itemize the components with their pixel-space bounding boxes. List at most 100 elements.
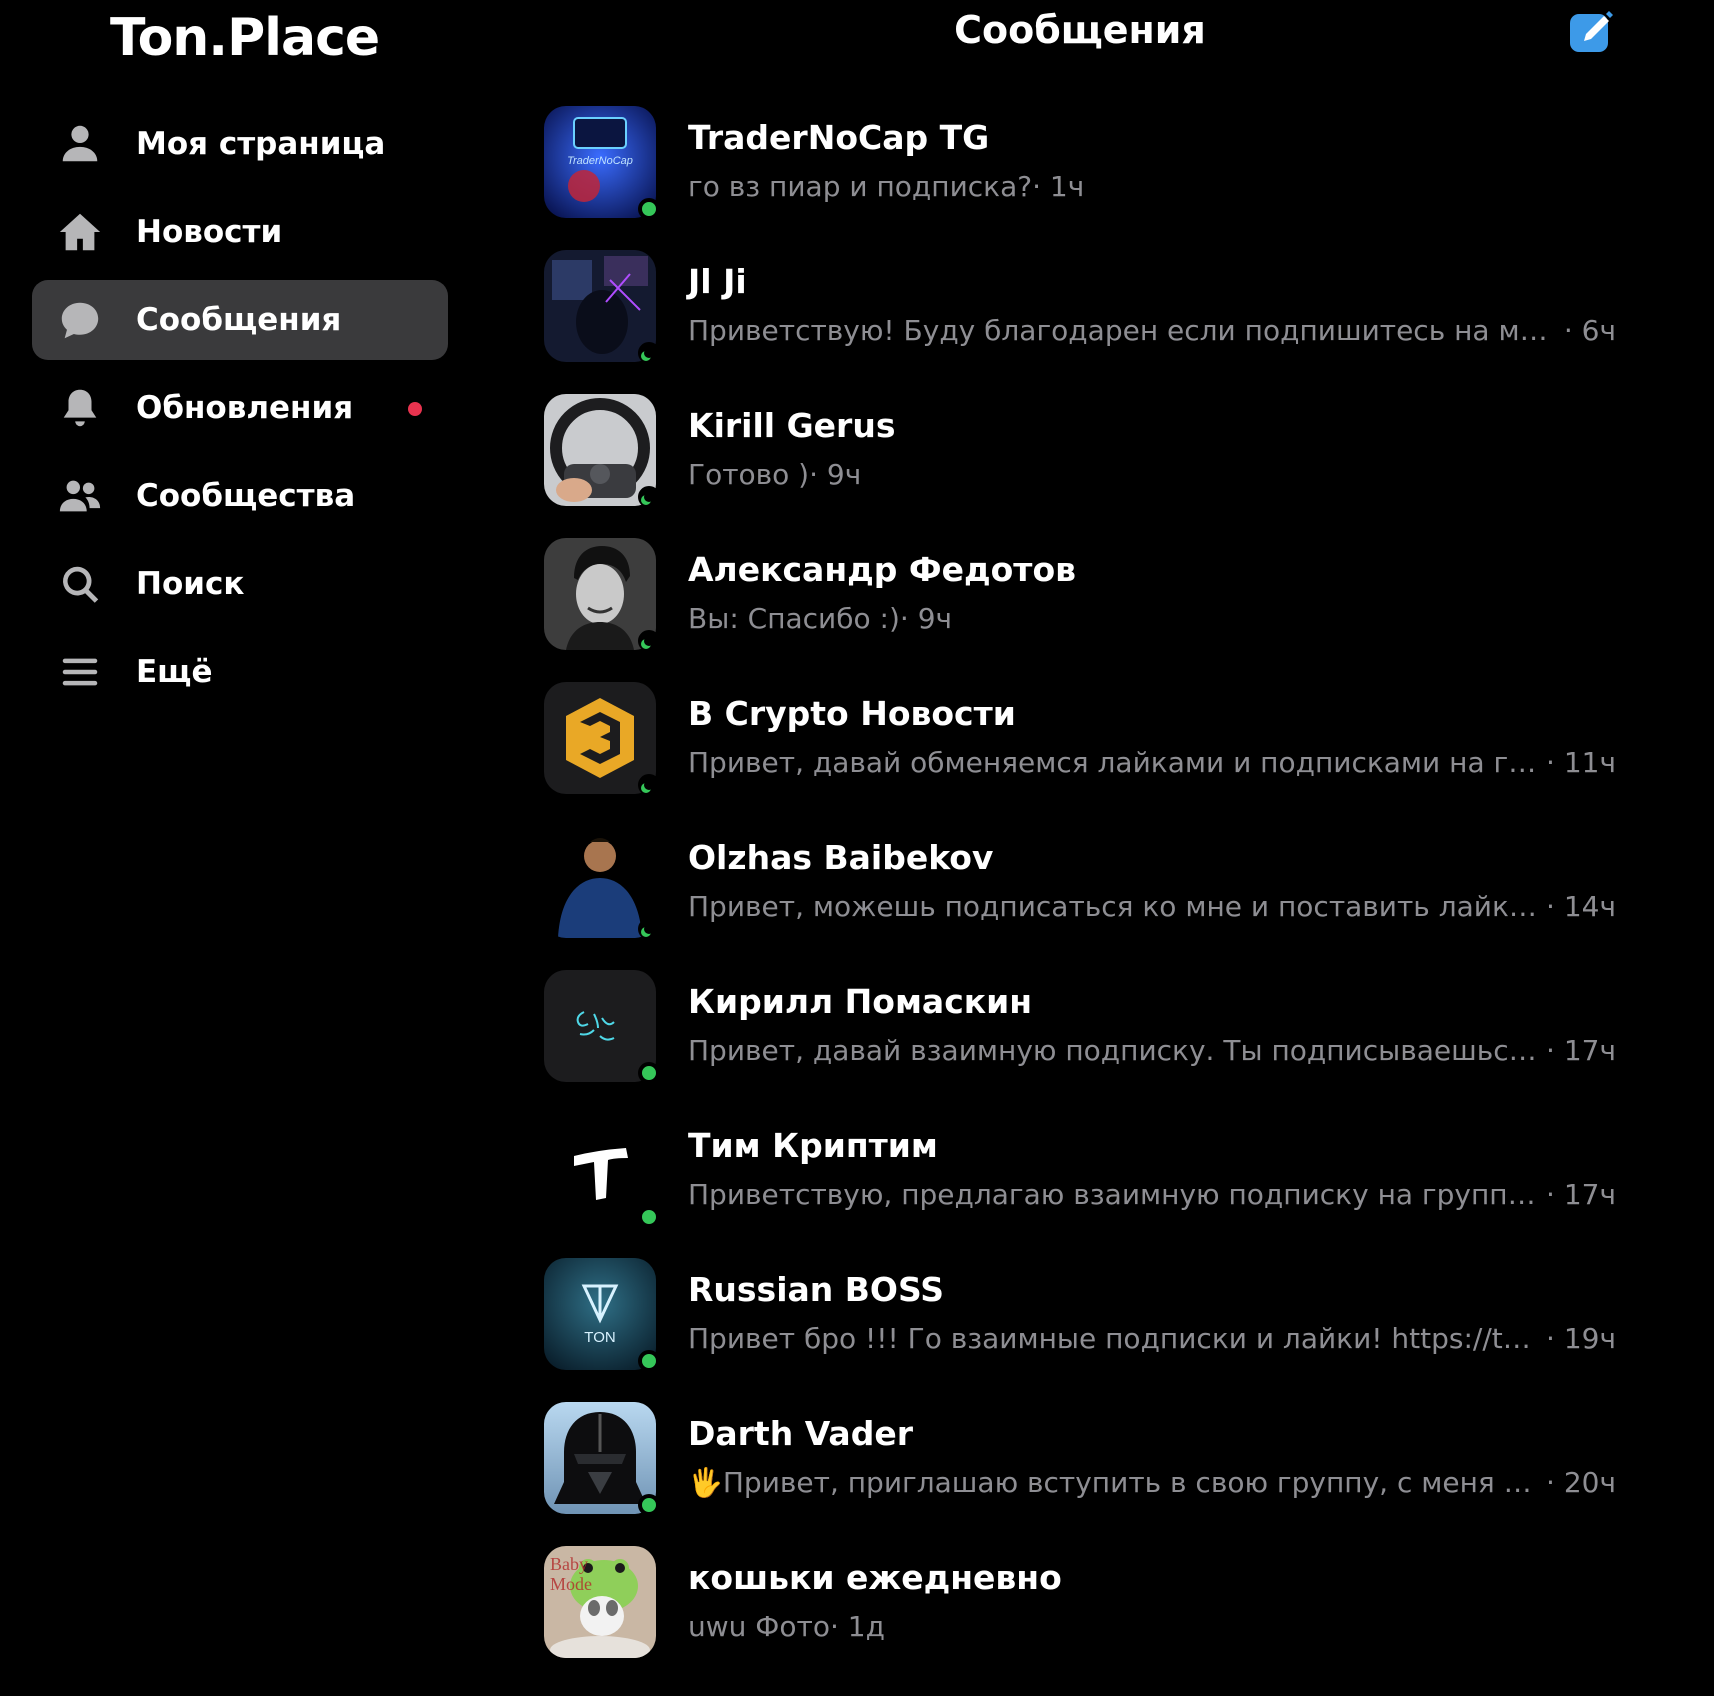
home-icon xyxy=(56,208,104,256)
message-text: uwu Фото xyxy=(688,1610,830,1643)
conversation-name: Тим Криптим xyxy=(688,1126,938,1165)
message-time: · 14ч xyxy=(1546,890,1616,923)
conversation-preview: Привет, давай обменяемся лайками и подпи… xyxy=(688,746,1616,779)
conversation-item[interactable]: Darth Vader 🖐 Привет, приглашаю вступить … xyxy=(544,1400,1616,1544)
conversation-preview: го вз пиар и подписка? · 1ч xyxy=(688,170,1616,203)
message-text: Привет, приглашаю вступить в свою группу… xyxy=(722,1466,1547,1499)
conversation-preview: Привет, можешь подписаться ко мне и пост… xyxy=(688,890,1616,923)
conversation-name: B Crypto Новости xyxy=(688,694,1016,733)
compose-button[interactable] xyxy=(1568,8,1616,56)
conversation-item[interactable]: Jl Ji Приветствую! Буду благодарен если … xyxy=(544,248,1616,392)
conversation-name: Кирилл Помаскин xyxy=(688,982,1033,1021)
message-time: · 17ч xyxy=(1546,1178,1616,1211)
sidebar-item-label: Сообщества xyxy=(136,478,356,514)
avatar-caption: Baby Mode xyxy=(550,1554,592,1594)
idle-indicator xyxy=(638,486,660,508)
sidebar-item-label: Ещё xyxy=(136,654,213,690)
idle-indicator xyxy=(638,918,660,940)
message-text: Готово ) xyxy=(688,458,810,491)
conversation-item[interactable]: Olzhas Baibekov Привет, можешь подписать… xyxy=(544,824,1616,968)
avatar xyxy=(544,1402,656,1514)
conversation-name: Александр Федотов xyxy=(688,550,1076,589)
sidebar-item-messages[interactable]: Сообщения xyxy=(32,280,448,360)
sidebar-item-label: Поиск xyxy=(136,566,245,602)
message-text: Вы: Спасибо :) xyxy=(688,602,900,635)
conversation-item[interactable]: Kirill Gerus Готово ) · 9ч xyxy=(544,392,1616,536)
online-indicator xyxy=(638,198,660,220)
app-root: Ton.Place Моя страница Новости Сообщения… xyxy=(0,0,1714,1696)
online-indicator xyxy=(638,1494,660,1516)
avatar: TraderNoCap xyxy=(544,106,656,218)
conversation-name: TraderNoCap TG xyxy=(688,118,990,157)
conversation-item[interactable]: Александр Федотов Вы: Спасибо :) · 9ч xyxy=(544,536,1616,680)
message-time: · 6ч xyxy=(1563,314,1616,347)
conversation-name: Kirill Gerus xyxy=(688,406,896,445)
avatar xyxy=(544,250,656,362)
unread-dot xyxy=(408,402,422,416)
app-logo[interactable]: Ton.Place xyxy=(110,8,380,68)
idle-indicator xyxy=(638,774,660,796)
conversation-name: Olzhas Baibekov xyxy=(688,838,994,877)
avatar: Baby Mode xyxy=(544,1546,656,1658)
search-icon xyxy=(56,560,104,608)
avatar xyxy=(544,1114,656,1226)
sidebar-item-news[interactable]: Новости xyxy=(32,192,448,272)
conversation-name: Russian BOSS xyxy=(688,1270,945,1309)
avatar xyxy=(544,538,656,650)
conversation-name: кошьки ежедневно xyxy=(688,1558,1062,1597)
online-indicator xyxy=(638,1350,660,1372)
sidebar-item-search[interactable]: Поиск xyxy=(32,544,448,624)
sidebar-item-label: Моя страница xyxy=(136,126,386,162)
person-icon xyxy=(56,120,104,168)
conversation-item[interactable]: B Crypto Новости Привет, давай обменяемс… xyxy=(544,680,1616,824)
conversation-preview: Привет, давай взаимную подписку. Ты подп… xyxy=(688,1034,1616,1067)
avatar xyxy=(544,394,656,506)
message-text: Привет бро !!! Го взаимные подписки и ла… xyxy=(688,1322,1547,1355)
avatar xyxy=(544,826,656,938)
idle-indicator xyxy=(638,342,660,364)
idle-indicator xyxy=(638,630,660,652)
message-time: · 17ч xyxy=(1546,1034,1616,1067)
sidebar-item-label: Обновления xyxy=(136,390,354,426)
sidebar-item-label: Новости xyxy=(136,214,283,250)
message-time: · 19ч xyxy=(1546,1322,1616,1355)
conversation-item[interactable]: TON Russian BOSS Привет бро !!! Го взаим… xyxy=(544,1256,1616,1400)
chat-bubble-icon xyxy=(56,296,104,344)
online-indicator xyxy=(638,1062,660,1084)
message-time: · 20ч xyxy=(1546,1466,1616,1499)
sidebar-item-updates[interactable]: Обновления xyxy=(32,368,448,448)
conversation-item[interactable]: Тим Криптим Приветствую, предлагаю взаим… xyxy=(544,1112,1616,1256)
conversation-preview: Приветствую, предлагаю взаимную подписку… xyxy=(688,1178,1616,1211)
conversation-item[interactable]: Кирилл Помаскин Привет, давай взаимную п… xyxy=(544,968,1616,1112)
waving-hand-emoji: 🖐 xyxy=(688,1466,723,1499)
conversation-preview: Готово ) · 9ч xyxy=(688,458,1616,491)
avatar xyxy=(544,970,656,1082)
avatar: TON xyxy=(544,1258,656,1370)
message-text: Привет, давай взаимную подписку. Ты подп… xyxy=(688,1034,1547,1067)
conversation-preview: Привет бро !!! Го взаимные подписки и ла… xyxy=(688,1322,1616,1355)
svg-text:TraderNoCap: TraderNoCap xyxy=(567,155,633,167)
conversation-name: Darth Vader xyxy=(688,1414,913,1453)
message-time: · 9ч xyxy=(809,458,862,491)
avatar xyxy=(544,682,656,794)
sidebar-item-more[interactable]: Ещё xyxy=(32,632,448,712)
message-text: го вз пиар и подписка? xyxy=(688,170,1033,203)
bell-icon xyxy=(56,384,104,432)
message-time: · 1д xyxy=(829,1610,885,1643)
conversation-item[interactable]: TraderNoCap TraderNoCap TG го вз пиар и … xyxy=(544,104,1616,248)
conversation-preview: Вы: Спасибо :) · 9ч xyxy=(688,602,1616,635)
conversation-name: Jl Ji xyxy=(688,262,747,301)
page-title: Сообщения xyxy=(954,8,1206,52)
sidebar-item-communities[interactable]: Сообщества xyxy=(32,456,448,536)
svg-text:TON: TON xyxy=(584,1329,615,1346)
message-text: Привет, давай обменяемся лайками и подпи… xyxy=(688,746,1547,779)
conversation-preview: uwu Фото · 1д xyxy=(688,1610,1616,1643)
message-text: Приветствую! Буду благодарен если подпиш… xyxy=(688,314,1564,347)
group-icon xyxy=(56,472,104,520)
message-text: Привет, можешь подписаться ко мне и пост… xyxy=(688,890,1547,923)
sidebar-item-my-page[interactable]: Моя страница xyxy=(32,104,448,184)
online-indicator xyxy=(638,1206,660,1228)
conversation-preview: 🖐 Привет, приглашаю вступить в свою групп… xyxy=(688,1466,1616,1499)
menu-icon xyxy=(56,648,104,696)
conversation-item[interactable]: Baby Mode кошьки ежедневно uwu Фото · 1д xyxy=(544,1544,1616,1688)
